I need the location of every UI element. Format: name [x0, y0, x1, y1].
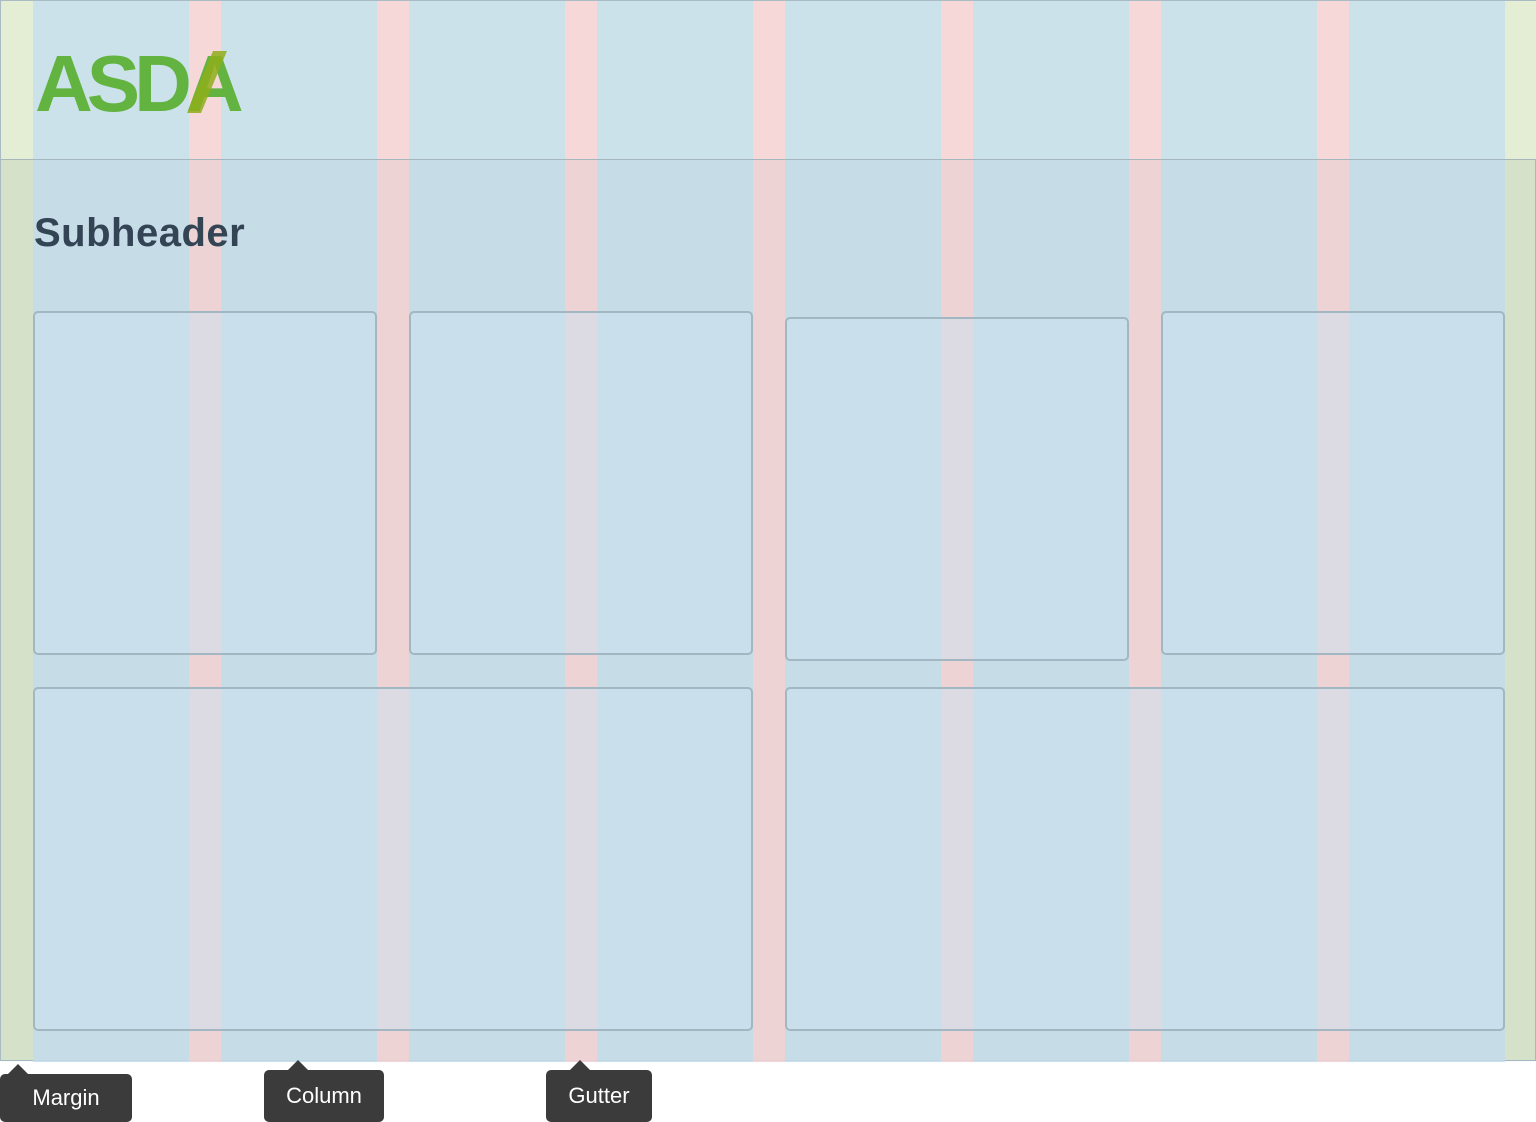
subheader: Subheader — [34, 211, 246, 255]
gutter-label-text: Gutter — [568, 1083, 630, 1108]
content-card-1 — [33, 311, 377, 655]
content-card-3 — [785, 317, 1129, 661]
margin-label-pointer — [8, 1064, 28, 1074]
gutter-label-pointer — [570, 1060, 590, 1070]
margin-label: Margin — [0, 1064, 132, 1122]
layout-grid-frame: ASDA Subheader — [0, 0, 1536, 1062]
column-label-pointer — [288, 1060, 308, 1070]
header-divider — [1, 159, 1536, 160]
column-label: Column — [264, 1060, 384, 1122]
grid-gutter-4 — [753, 1, 785, 1062]
asda-logo: ASDA — [35, 45, 248, 117]
content-card-4 — [1161, 311, 1505, 655]
gutter-label: Gutter — [546, 1060, 652, 1122]
content-card-wide-2 — [785, 687, 1505, 1031]
content-card-2 — [409, 311, 753, 655]
content-card-wide-1 — [33, 687, 753, 1031]
column-label-text: Column — [286, 1083, 362, 1108]
margin-label-text: Margin — [32, 1085, 100, 1110]
